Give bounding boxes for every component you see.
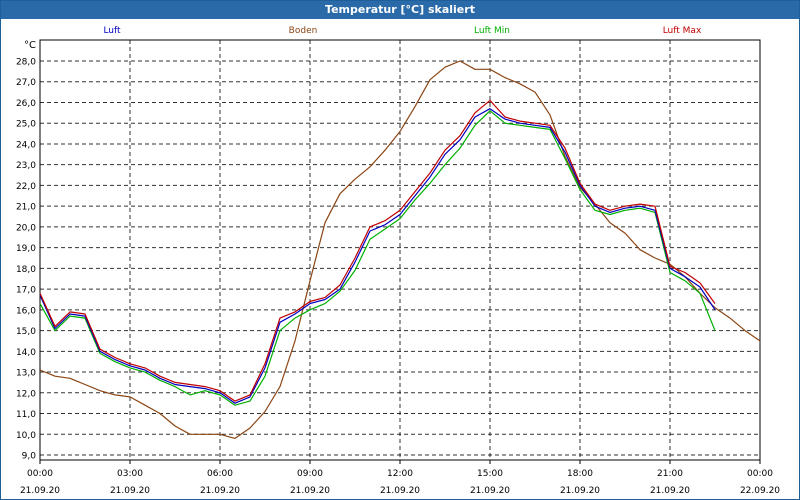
y-tick-label: 26,0 [16,99,36,109]
x-tick-date: 21.09.20 [20,486,60,496]
y-axis-label: °C [24,40,36,51]
y-tick-label: 24,0 [16,140,36,150]
x-tick-time: 15:00 [477,469,503,479]
x-tick-date: 21.09.20 [650,486,690,496]
x-tick-date: 21.09.20 [560,486,600,496]
y-tick-label: 15,0 [16,327,36,337]
y-tick-label: 11,0 [16,410,36,420]
x-tick-time: 00:00 [27,469,53,479]
y-tick-label: 23,0 [16,161,36,171]
legend-entry: Luft Max [663,26,702,36]
y-tick-label: 22,0 [16,182,36,192]
y-tick-label: 9,0 [22,452,37,462]
y-tick-label: 10,0 [16,431,36,441]
y-tick-label: 25,0 [16,120,36,130]
x-tick-time: 00:00 [747,469,773,479]
x-tick-time: 03:00 [117,469,143,479]
y-tick-label: 12,0 [16,389,36,399]
y-tick-label: 19,0 [16,244,36,254]
x-tick-time: 21:00 [657,469,683,479]
y-tick-label: 18,0 [16,265,36,275]
y-tick-label: 28,0 [16,58,36,68]
x-tick-time: 09:00 [297,469,323,479]
y-tick-label: 16,0 [16,306,36,316]
legend-entry: Boden [289,26,318,36]
x-tick-time: 06:00 [207,469,233,479]
x-tick-date: 21.09.20 [110,486,150,496]
x-tick-date: 22.09.20 [740,486,780,496]
legend-entry: Luft [103,26,121,36]
y-tick-label: 17,0 [16,286,36,296]
x-tick-time: 18:00 [567,469,593,479]
y-tick-label: 20,0 [16,223,36,233]
x-tick-date: 21.09.20 [200,486,240,496]
x-tick-date: 21.09.20 [290,486,330,496]
temperature-chart: 28,0 27,0 26,0 25,0 24,0 23,0 22,0 21,0 20,0 19,0… [16,26,780,496]
y-tick-label: 27,0 [16,78,36,88]
y-tick-label: 21,0 [16,203,36,213]
x-tick-date: 21.09.20 [470,486,510,496]
legend-entry: Luft Min [474,26,510,36]
x-tick-date: 21.09.20 [380,486,420,496]
y-tick-label: 13,0 [16,369,36,379]
x-tick-time: 12:00 [387,469,413,479]
y-tick-label: 14,0 [16,348,36,358]
